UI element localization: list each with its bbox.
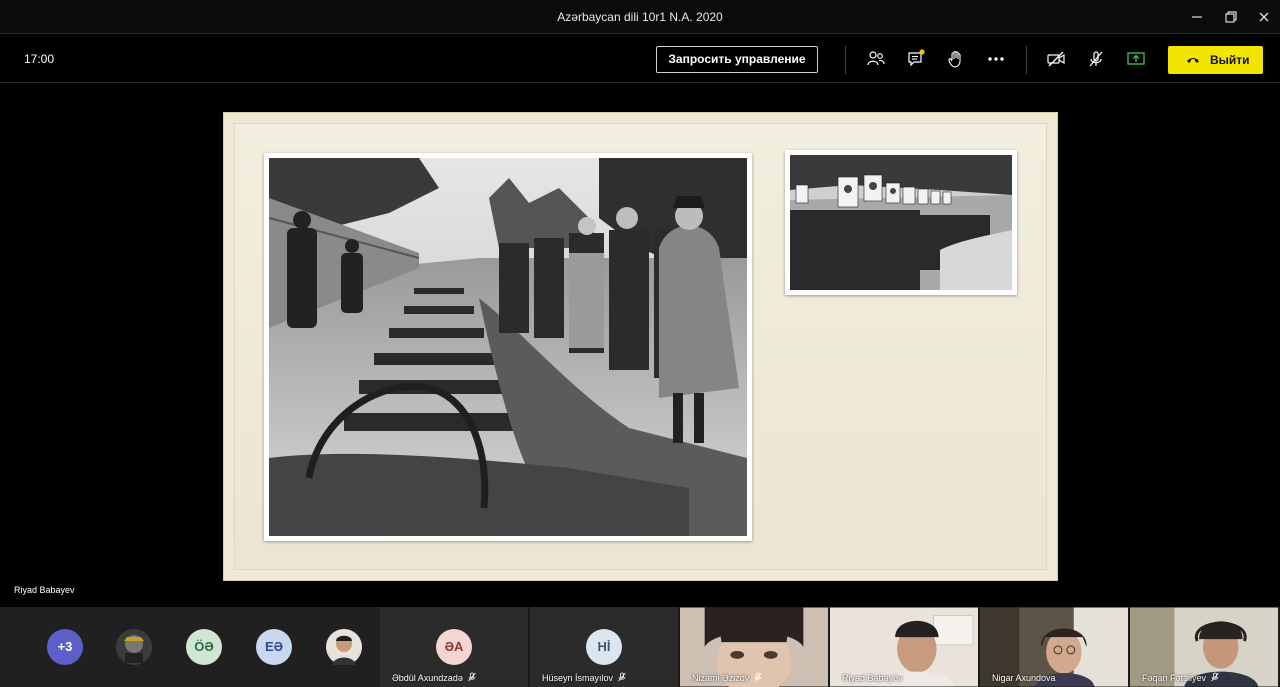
leave-label: Выйти	[1210, 53, 1250, 67]
restore-icon[interactable]	[1220, 6, 1242, 28]
participant-name-text: Nigar Axundova	[992, 673, 1056, 683]
participant-name: Riyad Babayev	[842, 673, 903, 683]
request-control-button[interactable]: Запросить управление	[656, 46, 818, 73]
share-tray-icon[interactable]	[1126, 49, 1146, 69]
mic-muted-icon	[618, 672, 626, 682]
participant-avatar: Hİ	[586, 629, 622, 665]
more-icon[interactable]	[986, 49, 1006, 69]
memorial-photo-small	[785, 150, 1017, 295]
participant-avatar-photo[interactable]	[326, 629, 362, 665]
meeting-toolbar: 17:00 Запросить управление Выйти	[0, 35, 1280, 83]
participant-name: Əbdül Axundzadə	[392, 672, 477, 683]
mic-off-icon[interactable]	[1086, 49, 1106, 69]
shared-slide	[223, 112, 1058, 581]
toolbar-divider	[1026, 46, 1027, 74]
participant-name: Fəqan Fətəliyev	[1142, 672, 1220, 683]
participant-avatar[interactable]: EƏ	[256, 629, 292, 665]
participant-name: Hüseyn İsmayılov	[542, 672, 627, 683]
window-title: Azərbaycan dili 10r1 N.A. 2020	[557, 10, 723, 24]
mic-muted-icon	[1211, 672, 1219, 682]
close-icon[interactable]	[1253, 6, 1275, 28]
more-participants-badge[interactable]: +3	[47, 629, 83, 665]
title-bar: Azərbaycan dili 10r1 N.A. 2020	[0, 0, 1280, 34]
mic-muted-icon	[754, 672, 763, 682]
memorial-photo-large	[264, 153, 752, 541]
chat-icon[interactable]	[906, 49, 926, 69]
participant-name: Nigar Axundova	[992, 673, 1056, 683]
participant-avatar[interactable]: ÖƏ	[186, 629, 222, 665]
presenter-name-label: Riyad Babayev	[14, 585, 75, 595]
participant-tile[interactable]: ƏA Əbdül Axundzadə	[380, 607, 528, 687]
participant-name-text: Hüseyn İsmayılov	[542, 673, 614, 683]
participant-video-tile[interactable]: Fəqan Fətəliyev	[1130, 607, 1280, 687]
participant-video-tile[interactable]: Nigar Axundova	[980, 607, 1130, 687]
mic-muted-icon	[467, 672, 476, 682]
minimize-icon[interactable]	[1186, 6, 1208, 28]
camera-off-icon[interactable]	[1046, 49, 1066, 69]
participant-name-text: Riyad Babayev	[842, 673, 903, 683]
meeting-timer: 17:00	[24, 52, 55, 66]
participant-name: Nizami Əzizov	[692, 672, 763, 683]
raise-hand-icon[interactable]	[946, 49, 966, 69]
participant-video-tile[interactable]: Nizami Əzizov	[680, 607, 830, 687]
phone-hangup-icon	[1187, 58, 1199, 63]
leave-button[interactable]: Выйти	[1168, 46, 1263, 74]
participant-name-text: Nizami Əzizov	[692, 673, 750, 683]
participant-name-text: Fəqan Fətəliyev	[1142, 673, 1207, 683]
participant-avatar-photo[interactable]	[116, 629, 152, 665]
participant-name-text: Əbdül Axundzadə	[392, 673, 463, 683]
participant-roster: +3 ÖƏ EƏ	[0, 607, 380, 687]
participants-strip: +3 ÖƏ EƏ ƏA Əbdül Axundzadə Hİ Hüseyn İs…	[0, 607, 1280, 687]
participant-video-tile[interactable]: Riyad Babayev	[830, 607, 980, 687]
teams-meeting-window: Azərbaycan dili 10r1 N.A. 2020 17:00 Зап…	[0, 0, 1280, 687]
participant-avatar: ƏA	[436, 629, 472, 665]
shared-content-stage: Riyad Babayev	[0, 84, 1280, 607]
participants-icon[interactable]	[866, 49, 886, 69]
participant-tile[interactable]: Hİ Hüseyn İsmayılov	[530, 607, 678, 687]
toolbar-divider	[845, 46, 846, 74]
